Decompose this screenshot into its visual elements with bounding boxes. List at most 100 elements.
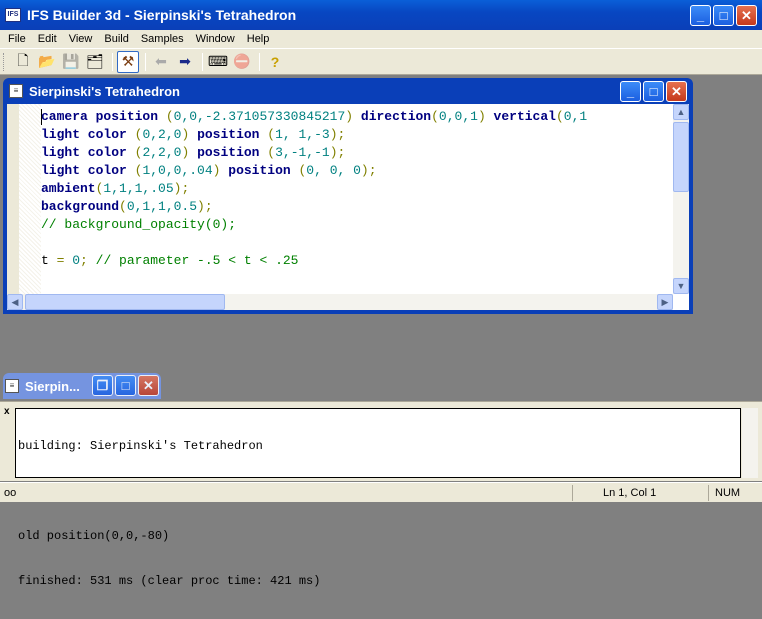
code-token: 1,0,0,.04: [142, 163, 213, 178]
toolbar-separator: [259, 52, 260, 71]
menu-view[interactable]: View: [63, 33, 99, 45]
build-settings-icon[interactable]: 🗂: [84, 51, 106, 73]
forward-arrow-icon[interactable]: ➡: [174, 51, 196, 73]
code-area[interactable]: camera position (0,0,-2.371057330845217)…: [41, 104, 689, 310]
scroll-left-button[interactable]: ◀: [7, 294, 23, 310]
code-token: background: [41, 199, 120, 214]
save-icon[interactable]: 💾: [60, 51, 82, 73]
code-token: );: [197, 199, 213, 214]
document-icon: ≡: [5, 379, 19, 393]
app-icon: IFS: [5, 8, 21, 22]
code-token: 1, 1,-3: [275, 127, 330, 142]
editor-gutter: [7, 104, 19, 310]
code-token: 3,-1,-1: [275, 145, 330, 160]
code-token: =: [48, 253, 73, 268]
status-bar: oo Ln 1, Col 1 NUM: [0, 482, 762, 502]
code-token: );: [329, 127, 346, 142]
output-log[interactable]: building: Sierpinski's Tetrahedron camer…: [15, 408, 741, 588]
menu-build[interactable]: Build: [98, 33, 134, 45]
minimized-window[interactable]: ≡ Sierpin... ❐ □ ✕: [3, 373, 161, 399]
build-icon[interactable]: ⚒: [117, 50, 139, 73]
min-close-button[interactable]: ✕: [138, 375, 159, 396]
code-token: (: [259, 127, 276, 142]
log-line: finished: 531 ms (clear proc time: 421 m…: [18, 574, 321, 588]
close-button[interactable]: ✕: [736, 5, 757, 26]
code-line: camera position (0,0,-2.371057330845217)…: [41, 108, 689, 126]
scroll-down-button[interactable]: ▼: [673, 278, 689, 294]
app-titlebar: IFS IFS Builder 3d - Sierpinski's Tetrah…: [0, 0, 762, 30]
editor-title: Sierpinski's Tetrahedron: [29, 83, 180, 99]
log-line: old position(0,0,-80): [18, 529, 170, 543]
code-token: // background_opacity(0);: [41, 217, 237, 232]
code-token: (: [119, 199, 127, 214]
vertical-scrollbar[interactable]: ▲ ▼: [673, 104, 689, 294]
code-token: position: [189, 127, 260, 142]
horizontal-scrollbar[interactable]: ◀ ▶: [7, 294, 673, 310]
keyboard-icon[interactable]: ⌨: [207, 51, 229, 73]
mdi-client-area: ≡ Sierpinski's Tetrahedron _ □ ✕ camera …: [0, 76, 762, 401]
cursor-position: Ln 1, Col 1: [572, 485, 702, 501]
menu-bar: File Edit View Build Samples Window Help: [0, 30, 762, 48]
minimized-window-title: Sierpin...: [25, 378, 80, 394]
menu-samples[interactable]: Samples: [135, 33, 190, 45]
output-close-icon[interactable]: x: [4, 406, 10, 417]
scroll-right-button[interactable]: ▶: [657, 294, 673, 310]
toolbar-grip[interactable]: [3, 53, 6, 71]
code-token: vertical: [485, 109, 556, 124]
minimize-button[interactable]: _: [690, 5, 711, 26]
editor-window: ≡ Sierpinski's Tetrahedron _ □ ✕ camera …: [3, 78, 693, 314]
scroll-up-button[interactable]: ▲: [673, 104, 689, 120]
code-token: (: [555, 109, 564, 124]
vertical-scroll-thumb[interactable]: [673, 122, 689, 192]
stop-icon[interactable]: ⛔: [231, 51, 253, 73]
code-token: 2,2,0: [142, 145, 182, 160]
code-token: );: [329, 145, 346, 160]
code-line: light color (1,0,0,.04) position (0, 0, …: [41, 162, 689, 180]
app-title: IFS Builder 3d - Sierpinski's Tetrahedro…: [27, 7, 297, 23]
restore-button[interactable]: ❐: [92, 375, 113, 396]
horizontal-scroll-thumb[interactable]: [25, 294, 225, 310]
code-token: (: [290, 163, 307, 178]
output-scrollbar[interactable]: [742, 408, 758, 478]
menu-file[interactable]: File: [2, 33, 32, 45]
menu-help[interactable]: Help: [241, 33, 276, 45]
editor-close-button[interactable]: ✕: [666, 81, 687, 102]
code-token: position: [189, 145, 260, 160]
editor-minimize-button[interactable]: _: [620, 81, 641, 102]
code-line: ambient(1,1,1,.05);: [41, 180, 689, 198]
code-token: ambient: [41, 181, 96, 196]
code-token: light color: [41, 145, 127, 160]
code-token: ): [477, 109, 486, 124]
output-panel: x building: Sierpinski's Tetrahedron cam…: [0, 401, 762, 588]
code-token: ): [345, 109, 354, 124]
toolbar-separator: [112, 52, 113, 71]
code-token: direction: [353, 109, 432, 124]
code-line: light color (2,2,0) position (3,-1,-1);: [41, 144, 689, 162]
code-token: (: [158, 109, 174, 124]
code-editor[interactable]: camera position (0,0,-2.371057330845217)…: [7, 104, 689, 310]
maximize-button[interactable]: □: [713, 5, 734, 26]
menu-edit[interactable]: Edit: [32, 33, 63, 45]
code-token: 0,1: [563, 109, 588, 124]
open-icon[interactable]: 📂: [36, 51, 58, 73]
code-line: background(0,1,1,0.5);: [41, 198, 689, 216]
code-token: 0,2,0: [142, 127, 182, 142]
status-text: oo: [4, 487, 17, 499]
code-token: camera position: [41, 109, 159, 124]
code-token: 0,0,-2.371057330845217: [173, 109, 346, 124]
num-lock-indicator: NUM: [708, 485, 744, 501]
log-line: building: Sierpinski's Tetrahedron: [18, 439, 263, 453]
help-icon[interactable]: ?: [264, 51, 286, 73]
new-icon[interactable]: 🗋: [12, 51, 34, 73]
editor-titlebar: ≡ Sierpinski's Tetrahedron _ □ ✕: [7, 78, 689, 104]
code-token: light color: [41, 127, 127, 142]
toolbar-separator: [145, 52, 146, 71]
editor-maximize-button[interactable]: □: [643, 81, 664, 102]
menu-window[interactable]: Window: [190, 33, 241, 45]
code-token: 0, 0, 0: [306, 163, 361, 178]
code-token: light color: [41, 163, 127, 178]
code-token: );: [360, 163, 377, 178]
min-maximize-button[interactable]: □: [115, 375, 136, 396]
back-arrow-icon[interactable]: ⬅: [150, 51, 172, 73]
